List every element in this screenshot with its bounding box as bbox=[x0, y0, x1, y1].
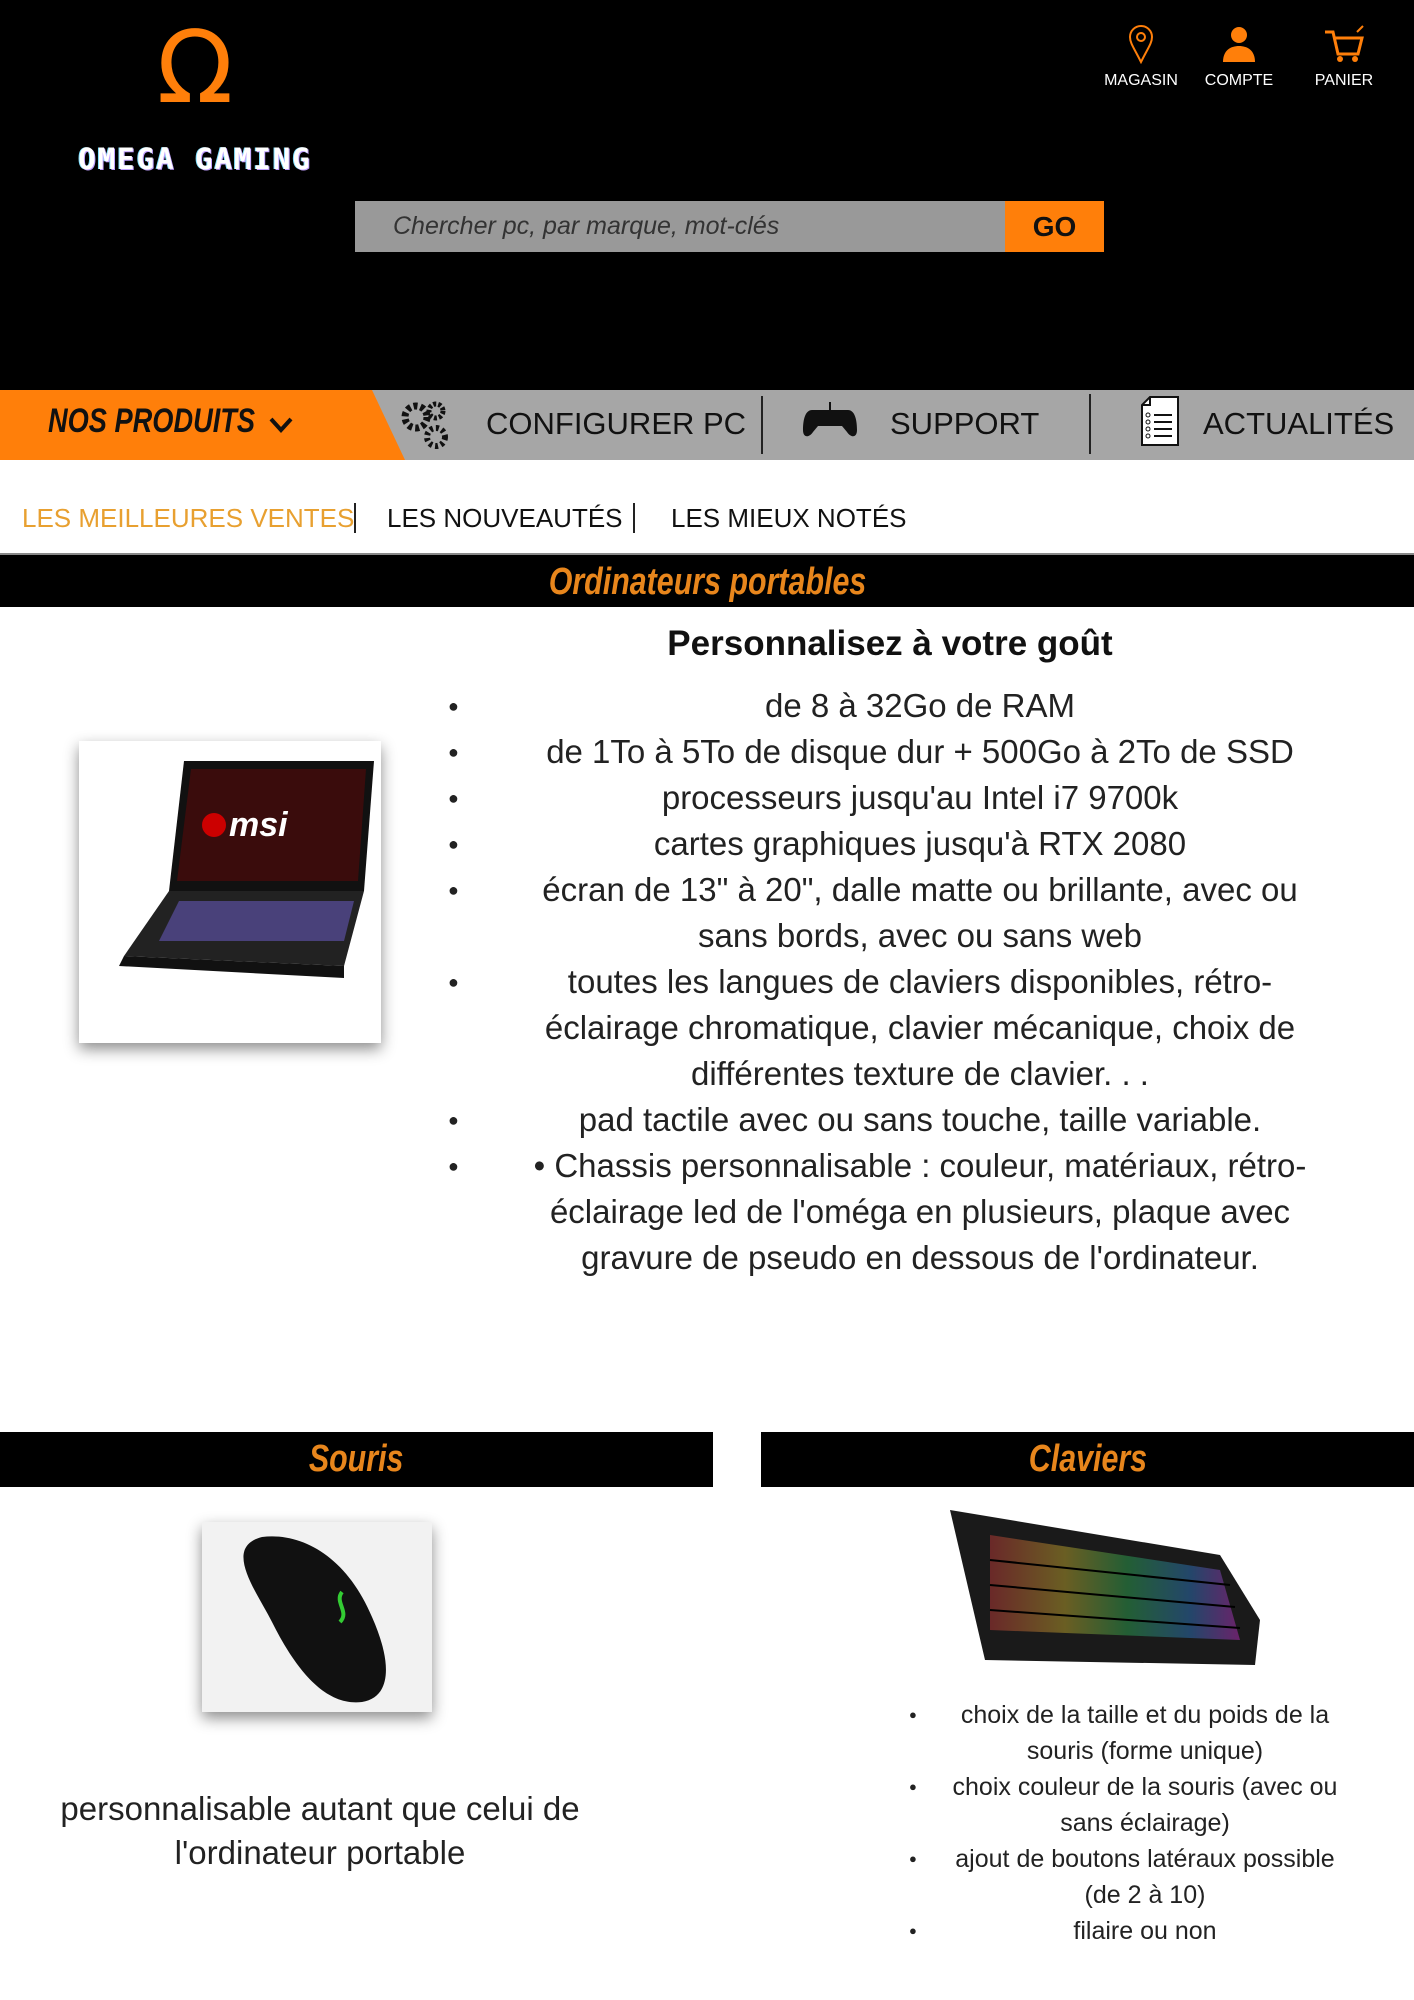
tab-new[interactable]: LES NOUVEAUTÉS bbox=[387, 503, 623, 534]
store-link[interactable]: MAGASIN bbox=[1096, 24, 1186, 90]
list-item: ajout de boutons latéraux possible (de 2… bbox=[905, 1841, 1355, 1913]
keyboards-title: Claviers bbox=[1028, 1438, 1147, 1480]
search-go-button[interactable]: GO bbox=[1005, 201, 1104, 252]
nav-configure-pc[interactable]: CONFIGURER PC bbox=[486, 406, 746, 442]
keyboard-feature-list: choix de la taille et du poids de la sou… bbox=[905, 1697, 1355, 1949]
products-label: NOS PRODUITS bbox=[48, 402, 256, 440]
laptops-title: Ordinateurs portables bbox=[548, 561, 866, 603]
nav-support[interactable]: SUPPORT bbox=[890, 406, 1039, 442]
list-item: choix couleur de la souris (avec ou sans… bbox=[905, 1769, 1355, 1841]
gamepad-icon bbox=[803, 402, 857, 437]
cart-label: PANIER bbox=[1314, 72, 1374, 89]
nav-divider bbox=[761, 396, 763, 454]
document-icon bbox=[1141, 396, 1179, 446]
chevron-down-icon bbox=[269, 417, 293, 433]
search-input[interactable] bbox=[355, 201, 1005, 252]
omega-logo[interactable]: Ω bbox=[150, 18, 240, 118]
laptop-illustration: msi bbox=[119, 761, 374, 978]
mouse-illustration bbox=[243, 1536, 386, 1703]
list-item: toutes les langues de claviers disponibl… bbox=[440, 959, 1320, 1097]
list-item: choix de la taille et du poids de la sou… bbox=[905, 1697, 1355, 1769]
tab-best-sellers[interactable]: LES MEILLEURES VENTES bbox=[22, 503, 354, 534]
map-pin-icon bbox=[1128, 25, 1154, 64]
subnav-divider bbox=[633, 503, 635, 533]
list-item: pad tactile avec ou sans touche, taille … bbox=[440, 1097, 1320, 1143]
laptop-image[interactable]: msi bbox=[79, 741, 381, 1043]
list-item: de 8 à 32Go de RAM bbox=[440, 683, 1320, 729]
mice-title-bar: Souris bbox=[0, 1432, 713, 1487]
nav-news[interactable]: ACTUALITÉS bbox=[1203, 406, 1394, 442]
user-icon bbox=[1223, 27, 1255, 62]
account-link[interactable]: COMPTE bbox=[1194, 24, 1284, 90]
list-item: processeurs jusqu'au Intel i7 9700k bbox=[440, 775, 1320, 821]
gears-icon bbox=[401, 401, 448, 449]
laptop-feature-list: de 8 à 32Go de RAM de 1To à 5To de disqu… bbox=[440, 683, 1320, 1281]
list-item: cartes graphiques jusqu'à RTX 2080 bbox=[440, 821, 1320, 867]
store-label: MAGASIN bbox=[1104, 72, 1178, 89]
products-menu[interactable]: NOS PRODUITS bbox=[0, 390, 405, 460]
nav-divider bbox=[1089, 394, 1091, 454]
laptops-title-bar: Ordinateurs portables bbox=[0, 553, 1414, 607]
cart-link[interactable]: PANIER bbox=[1299, 24, 1389, 90]
cart-icon bbox=[1325, 25, 1364, 62]
customize-heading: Personnalisez à votre goût bbox=[667, 624, 1113, 663]
keyboard-image[interactable] bbox=[945, 1505, 1265, 1670]
list-item: écran de 13" à 20", dalle matte ou brill… bbox=[440, 867, 1320, 959]
account-label: COMPTE bbox=[1204, 72, 1274, 89]
keyboard-illustration bbox=[950, 1510, 1260, 1665]
svg-text:msi: msi bbox=[229, 806, 289, 844]
mice-description: personnalisable autant que celui de l'or… bbox=[60, 1790, 580, 1871]
subnav-divider bbox=[354, 503, 356, 533]
main-nav: NOS PRODUITS CONFIGURER PC SUPPORT ACTUA… bbox=[0, 390, 1414, 460]
mice-title: Souris bbox=[309, 1438, 404, 1480]
brand-name[interactable]: OMEGA GAMING bbox=[50, 142, 340, 176]
list-item: de 1To à 5To de disque dur + 500Go à 2To… bbox=[440, 729, 1320, 775]
list-item: • Chassis personnalisable : couleur, mat… bbox=[440, 1143, 1320, 1281]
list-item: filaire ou non bbox=[905, 1913, 1355, 1949]
mouse-image[interactable] bbox=[202, 1522, 432, 1712]
keyboards-title-bar: Claviers bbox=[761, 1432, 1414, 1487]
tab-top-rated[interactable]: LES MIEUX NOTÉS bbox=[671, 503, 907, 534]
